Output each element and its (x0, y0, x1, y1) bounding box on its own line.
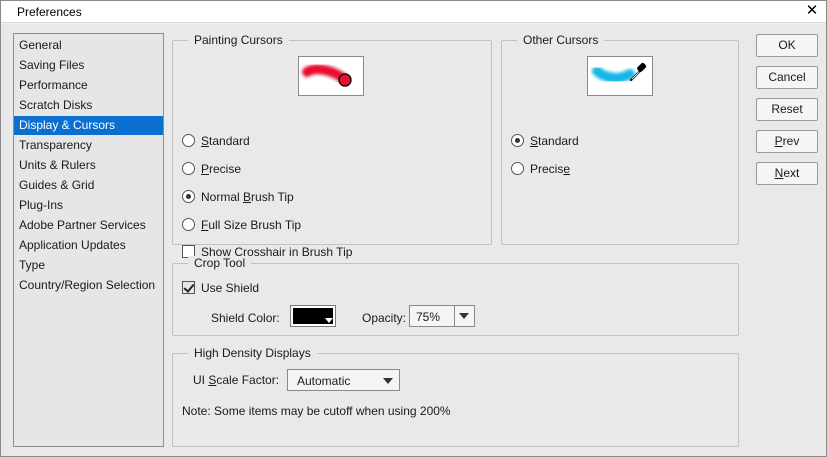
other-cursor-preview (587, 56, 653, 96)
category-item-application-updates[interactable]: Application Updates (14, 236, 163, 255)
other-cursors-legend: Other Cursors (517, 33, 605, 48)
eyedropper-icon (592, 62, 647, 83)
brush-stroke-icon (302, 64, 352, 87)
category-item-adobe-partner-services[interactable]: Adobe Partner Services (14, 216, 163, 235)
painting-cursor-preview (298, 56, 364, 96)
high-density-group: High Density Displays UI Scale Factor: A… (172, 346, 739, 447)
category-item-scratch-disks[interactable]: Scratch Disks (14, 96, 163, 115)
category-item-units-rulers[interactable]: Units & Rulers (14, 156, 163, 175)
category-list[interactable]: General Saving Files Performance Scratch… (13, 33, 164, 447)
brush-tip-circle (338, 73, 352, 87)
next-button[interactable]: Next (756, 162, 818, 185)
chevron-down-icon (383, 378, 393, 384)
category-item-general[interactable]: General (14, 36, 163, 55)
ui-scale-label: UI Scale Factor: (193, 373, 280, 387)
opacity-select[interactable]: 75% (409, 305, 475, 327)
other-cursors-group: Other Cursors Standard Precise (501, 33, 739, 245)
category-item-transparency[interactable]: Transparency (14, 136, 163, 155)
reset-button[interactable]: Reset (756, 98, 818, 121)
prev-button[interactable]: Prev (756, 130, 818, 153)
window-title: Preferences (17, 5, 82, 19)
chevron-down-icon (459, 313, 469, 319)
crop-tool-legend: Crop Tool (188, 256, 252, 271)
ui-scale-select[interactable]: Automatic (287, 369, 400, 391)
opacity-value: 75% (416, 310, 441, 324)
category-item-performance[interactable]: Performance (14, 76, 163, 95)
title-bar[interactable]: Preferences ✕ (1, 1, 826, 23)
category-item-display-cursors[interactable]: Display & Cursors (14, 116, 163, 135)
preferences-dialog: Preferences ✕ General Saving Files Perfo… (0, 0, 827, 457)
category-item-type[interactable]: Type (14, 256, 163, 275)
painting-cursors-group: Painting Cursors Standard Precise Normal… (172, 33, 492, 259)
ui-scale-value: Automatic (297, 374, 351, 388)
high-density-note: Note: Some items may be cutoff when usin… (182, 404, 451, 418)
high-density-legend: High Density Displays (188, 346, 317, 361)
cancel-button[interactable]: Cancel (756, 66, 818, 89)
opacity-label: Opacity: (362, 311, 407, 325)
category-item-country-region[interactable]: Country/Region Selection (14, 276, 163, 295)
opacity-dropdown-button[interactable] (454, 306, 474, 326)
category-item-plug-ins[interactable]: Plug-Ins (14, 196, 163, 215)
dialog-content: General Saving Files Performance Scratch… (1, 24, 826, 456)
chevron-down-icon (325, 318, 333, 323)
shield-color-label: Shield Color: (211, 311, 280, 325)
ok-button[interactable]: OK (756, 34, 818, 57)
painting-cursors-legend: Painting Cursors (188, 33, 289, 48)
shield-color-picker[interactable] (290, 305, 336, 327)
category-item-saving-files[interactable]: Saving Files (14, 56, 163, 75)
crop-tool-group: Crop Tool Use Shield Shield Color: Opaci… (172, 256, 739, 336)
category-item-guides-grid[interactable]: Guides & Grid (14, 176, 163, 195)
close-icon[interactable]: ✕ (804, 2, 820, 20)
